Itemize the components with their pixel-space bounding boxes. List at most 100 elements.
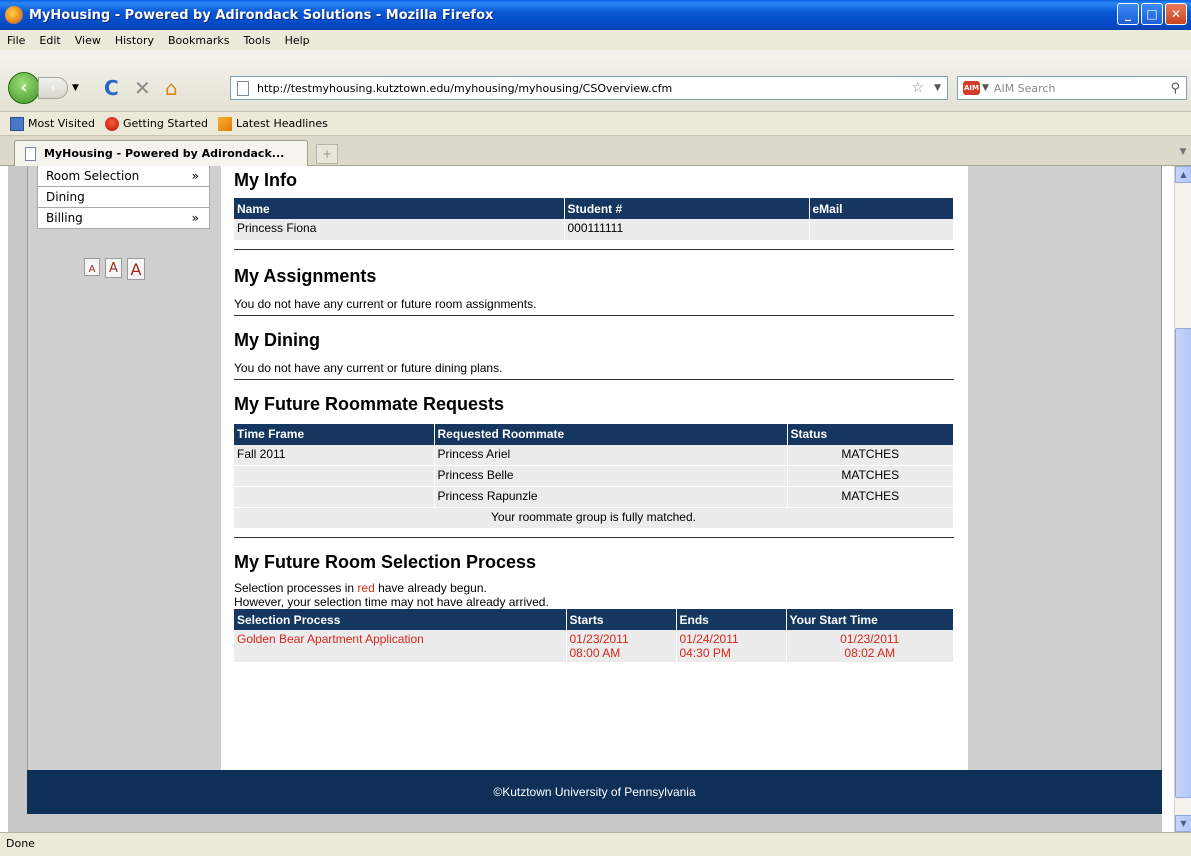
menu-bookmarks[interactable]: Bookmarks xyxy=(161,34,236,47)
status-cell: MATCHES xyxy=(787,465,954,487)
reload-icon[interactable]: C xyxy=(104,76,119,100)
sidebar-nav: Room Selection » Dining Billing » xyxy=(37,166,210,229)
tab-list-icon[interactable]: ▼ xyxy=(1175,140,1191,164)
starts-cell: 01/23/2011 08:00 AM xyxy=(566,630,677,663)
table-row: Princess Fiona 000111111 xyxy=(234,219,954,241)
stop-icon[interactable]: ✕ xyxy=(134,76,151,100)
sidebar-item-label: Dining xyxy=(46,190,85,204)
bookmark-latest-headlines[interactable]: Latest Headlines xyxy=(218,116,328,131)
minimize-icon[interactable]: _ xyxy=(1117,3,1139,25)
bookmark-getting-started[interactable]: Getting Started xyxy=(104,116,208,131)
address-bar[interactable]: http://testmyhousing.kutztown.edu/myhous… xyxy=(230,76,948,100)
menu-file[interactable]: File xyxy=(0,34,32,47)
status-cell: MATCHES xyxy=(787,444,954,466)
sidebar-item-dining[interactable]: Dining xyxy=(37,187,210,208)
bookmark-most-visited[interactable]: Most Visited xyxy=(10,116,95,131)
time-frame-cell: Fall 2011 xyxy=(234,444,435,466)
column-header: Ends xyxy=(676,609,787,630)
page-icon xyxy=(237,80,249,96)
status-cell: MATCHES xyxy=(787,486,954,508)
time-frame-cell xyxy=(234,465,435,487)
ends-time: 04:30 PM xyxy=(679,646,731,660)
starts-time: 08:00 AM xyxy=(569,646,621,660)
column-header: Selection Process xyxy=(234,609,567,630)
home-icon[interactable]: ⌂ xyxy=(165,76,178,100)
font-size-controls: A A A xyxy=(84,258,145,280)
sidebar-item-room-selection[interactable]: Room Selection » xyxy=(37,166,210,187)
menu-history[interactable]: History xyxy=(108,34,161,47)
selection-heading: My Future Room Selection Process xyxy=(234,552,537,572)
roommate-cell: Princess Ariel xyxy=(434,444,788,466)
bookmark-label: Latest Headlines xyxy=(236,117,328,130)
tab-myhousing[interactable]: MyHousing - Powered by Adirondack... xyxy=(14,140,308,166)
your-start-date: 01/23/2011 xyxy=(840,632,900,646)
window-controls: _ □ ✕ xyxy=(1117,3,1187,25)
my-info-heading: My Info xyxy=(234,170,297,190)
bookmarks-toolbar: Most Visited Getting Started Latest Head… xyxy=(0,112,1191,136)
getting-started-icon xyxy=(104,116,119,131)
selection-process-table: Selection Process Starts Ends Your Start… xyxy=(234,609,954,663)
menu-edit[interactable]: Edit xyxy=(32,34,67,47)
scroll-thumb[interactable] xyxy=(1175,328,1191,798)
column-header: Your Start Time xyxy=(786,609,954,630)
assignments-heading: My Assignments xyxy=(234,265,377,286)
dining-message: You do not have any current or future di… xyxy=(234,360,503,375)
column-header: Name xyxy=(234,198,565,219)
starts-date: 01/23/2011 xyxy=(569,632,629,646)
forward-button[interactable]: › xyxy=(38,77,68,99)
close-icon[interactable]: ✕ xyxy=(1165,3,1187,25)
font-large-button[interactable]: A xyxy=(127,258,145,280)
assignments-message: You do not have any current or future ro… xyxy=(234,296,537,311)
firefox-icon xyxy=(5,6,23,24)
maximize-icon[interactable]: □ xyxy=(1141,3,1163,25)
note-red-word: red xyxy=(357,581,375,595)
column-header: Status xyxy=(787,423,954,445)
new-tab-button[interactable]: + xyxy=(316,144,338,164)
table-row: Fall 2011 Princess Ariel MATCHES xyxy=(234,444,954,466)
scroll-up-icon[interactable]: ▲ xyxy=(1175,166,1191,183)
sidebar-item-billing[interactable]: Billing » xyxy=(37,208,210,229)
menu-tools[interactable]: Tools xyxy=(236,34,277,47)
page-icon xyxy=(25,146,36,161)
sidebar-item-label: Room Selection xyxy=(46,169,140,183)
font-small-button[interactable]: A xyxy=(84,258,100,276)
table-row: Golden Bear Apartment Application 01/23/… xyxy=(234,630,954,663)
divider xyxy=(234,378,954,380)
search-icon[interactable]: ⚲ xyxy=(1170,81,1180,96)
scroll-down-icon[interactable]: ▼ xyxy=(1175,815,1191,832)
table-row: Your roommate group is fully matched. xyxy=(234,507,954,529)
search-input[interactable]: AIM Search xyxy=(994,82,1171,95)
bookmark-label: Most Visited xyxy=(28,117,95,130)
aim-engine-icon[interactable]: AIM xyxy=(963,81,980,95)
tab-bar: MyHousing - Powered by Adirondack... + ▼ xyxy=(0,136,1191,166)
time-frame-cell xyxy=(234,486,435,508)
font-medium-button[interactable]: A xyxy=(105,258,122,278)
name-cell: Princess Fiona xyxy=(234,219,565,241)
back-button[interactable]: ‹ xyxy=(8,72,40,104)
menu-view[interactable]: View xyxy=(68,34,108,47)
history-dropdown-icon[interactable]: ▼ xyxy=(72,83,79,93)
search-box[interactable]: AIM ▼ AIM Search ⚲ xyxy=(957,76,1187,100)
bookmark-star-icon[interactable]: ☆ xyxy=(908,80,929,96)
divider xyxy=(234,314,954,316)
process-link[interactable]: Golden Bear Apartment Application xyxy=(237,632,424,646)
most-visited-icon xyxy=(10,116,24,131)
status-bar: Done xyxy=(0,832,1191,856)
process-name-cell[interactable]: Golden Bear Apartment Application xyxy=(234,630,567,663)
url-dropdown-icon[interactable]: ▼ xyxy=(928,83,947,93)
page-footer: ©Kutztown University of Pennsylvania xyxy=(27,770,1162,814)
email-cell xyxy=(809,219,954,241)
vertical-scrollbar[interactable]: ▲ ▼ xyxy=(1174,166,1191,832)
url-text[interactable]: http://testmyhousing.kutztown.edu/myhous… xyxy=(257,82,908,95)
ends-date: 01/24/2011 xyxy=(679,632,739,646)
submenu-arrow-icon: » xyxy=(191,169,199,183)
your-start-cell: 01/23/2011 08:02 AM xyxy=(786,630,954,663)
note-text: Selection processes in xyxy=(234,581,358,595)
menu-help[interactable]: Help xyxy=(278,34,317,47)
column-header: Requested Roommate xyxy=(434,423,788,445)
your-start-time: 08:02 AM xyxy=(844,646,896,660)
roommate-cell: Princess Rapunzle xyxy=(434,486,788,508)
page-bottom xyxy=(8,814,1162,832)
engine-dropdown-icon[interactable]: ▼ xyxy=(982,83,989,93)
divider xyxy=(234,537,954,538)
